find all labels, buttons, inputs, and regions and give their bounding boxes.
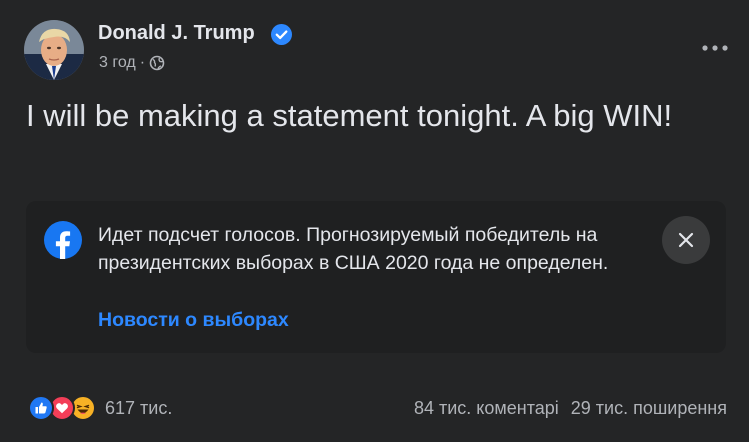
meta-separator: · <box>139 54 146 71</box>
post-card: Donald J. Trump 3 год · I will be making… <box>0 0 749 442</box>
thumbs-up-glyph <box>35 402 47 414</box>
reaction-count: 617 тис. <box>105 397 173 418</box>
author-name[interactable]: Donald J. Trump <box>98 22 255 45</box>
globe-icon <box>149 55 165 71</box>
avatar-photo <box>24 20 84 80</box>
more-options-button[interactable] <box>697 30 733 66</box>
verified-badge-icon <box>271 24 292 45</box>
close-notice-button[interactable] <box>662 216 710 264</box>
post-text: I will be making a statement tonight. A … <box>26 98 673 133</box>
laughing-face-glyph <box>76 404 90 414</box>
close-icon <box>678 232 694 248</box>
engagement-stats: 84 тис. коментарі 29 тис. поширення <box>414 398 727 419</box>
election-info-notice: Идет подсчет голосов. Прогнозируемый поб… <box>26 201 726 353</box>
heart-glyph <box>56 403 68 414</box>
post-meta: 3 год · <box>99 54 165 72</box>
avatar[interactable] <box>24 20 84 80</box>
like-icon <box>28 395 54 421</box>
facebook-logo-icon <box>44 221 82 259</box>
stats-gap <box>559 398 571 419</box>
notice-text: Идет подсчет голосов. Прогнозируемый поб… <box>98 224 609 274</box>
post-timestamp[interactable]: 3 год <box>99 54 136 72</box>
reactions-summary[interactable]: 617 тис. <box>28 395 172 421</box>
comments-count[interactable]: 84 тис. коментарі <box>414 398 559 419</box>
more-options-icon <box>702 45 728 51</box>
shares-count[interactable]: 29 тис. поширення <box>571 398 727 419</box>
election-news-link[interactable]: Новости о выборах <box>98 309 289 332</box>
